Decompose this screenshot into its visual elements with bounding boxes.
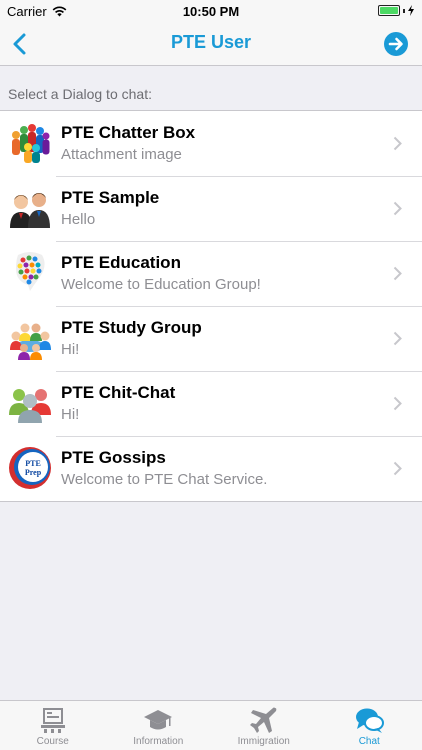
list-item[interactable]: PTE Sample Hello <box>0 176 422 241</box>
tab-course[interactable]: Course <box>0 701 106 750</box>
study-group-icon <box>10 323 51 360</box>
dialog-list: PTE Chatter Box Attachment image PTE Sam… <box>0 110 422 502</box>
dialog-last-message: Hi! <box>61 406 80 423</box>
arrow-right-circle-icon[interactable] <box>384 32 408 56</box>
chevron-right-icon <box>393 331 402 346</box>
course-icon <box>40 708 65 733</box>
dialog-title: PTE Chit-Chat <box>61 383 176 402</box>
list-item[interactable]: PTE Education Welcome to Education Group… <box>0 241 422 306</box>
tab-label: Course <box>36 736 69 747</box>
three-people-icon <box>9 389 51 423</box>
chevron-right-icon <box>393 201 402 216</box>
dialog-last-message: Attachment image <box>61 146 182 163</box>
tab-information[interactable]: Information <box>106 701 212 750</box>
dialog-last-message: Welcome to Education Group! <box>61 276 261 293</box>
chevron-right-icon <box>393 136 402 151</box>
airplane-icon <box>249 707 277 733</box>
dialog-title: PTE Study Group <box>61 318 202 337</box>
logo-text-line2: Prep <box>25 468 42 477</box>
page-title: PTE User <box>170 32 252 52</box>
list-item[interactable]: PTE Prep PTE Gossips Welcome to PTE Chat… <box>0 436 422 501</box>
section-header: Select a Dialog to chat: <box>8 86 152 102</box>
tab-label: Chat <box>358 736 380 747</box>
clock: 10:50 PM <box>182 4 240 19</box>
list-item[interactable]: PTE Chit-Chat Hi! <box>0 371 422 436</box>
pte-prep-logo: PTE Prep <box>9 447 51 489</box>
two-people-icon <box>10 193 50 228</box>
status-bar: Carrier 10:50 PM <box>0 0 422 22</box>
tab-bar: Course Information Immigration Chat <box>0 700 422 750</box>
graduation-cap-icon <box>144 710 173 730</box>
dialog-title: PTE Sample <box>61 188 160 207</box>
navigation-bar: PTE User <box>0 22 422 66</box>
chat-bubbles-icon <box>356 708 385 733</box>
dialog-title: PTE Chatter Box <box>61 123 196 142</box>
people-group-icon <box>12 124 50 163</box>
tab-label: Immigration <box>237 736 290 747</box>
charging-bolt-icon <box>408 5 414 16</box>
tab-chat[interactable]: Chat <box>317 701 422 750</box>
dialog-title: PTE Gossips <box>61 448 166 467</box>
dialog-last-message: Hi! <box>61 341 80 358</box>
speech-bubble-crowd-icon <box>16 252 45 291</box>
dialog-title: PTE Education <box>61 253 181 272</box>
logo-text-line1: PTE <box>25 459 41 468</box>
chevron-right-icon <box>393 266 402 281</box>
chevron-right-icon <box>393 396 402 411</box>
dialog-last-message: Welcome to PTE Chat Service. <box>61 471 268 488</box>
tab-label: Information <box>133 736 184 747</box>
battery-icon <box>378 5 400 16</box>
battery-indicator <box>378 5 414 16</box>
list-item[interactable]: PTE Chatter Box Attachment image <box>0 111 422 176</box>
tab-immigration[interactable]: Immigration <box>211 701 317 750</box>
list-item[interactable]: PTE Study Group Hi! <box>0 306 422 371</box>
dialog-last-message: Hello <box>61 211 96 228</box>
chevron-right-icon <box>393 461 402 476</box>
